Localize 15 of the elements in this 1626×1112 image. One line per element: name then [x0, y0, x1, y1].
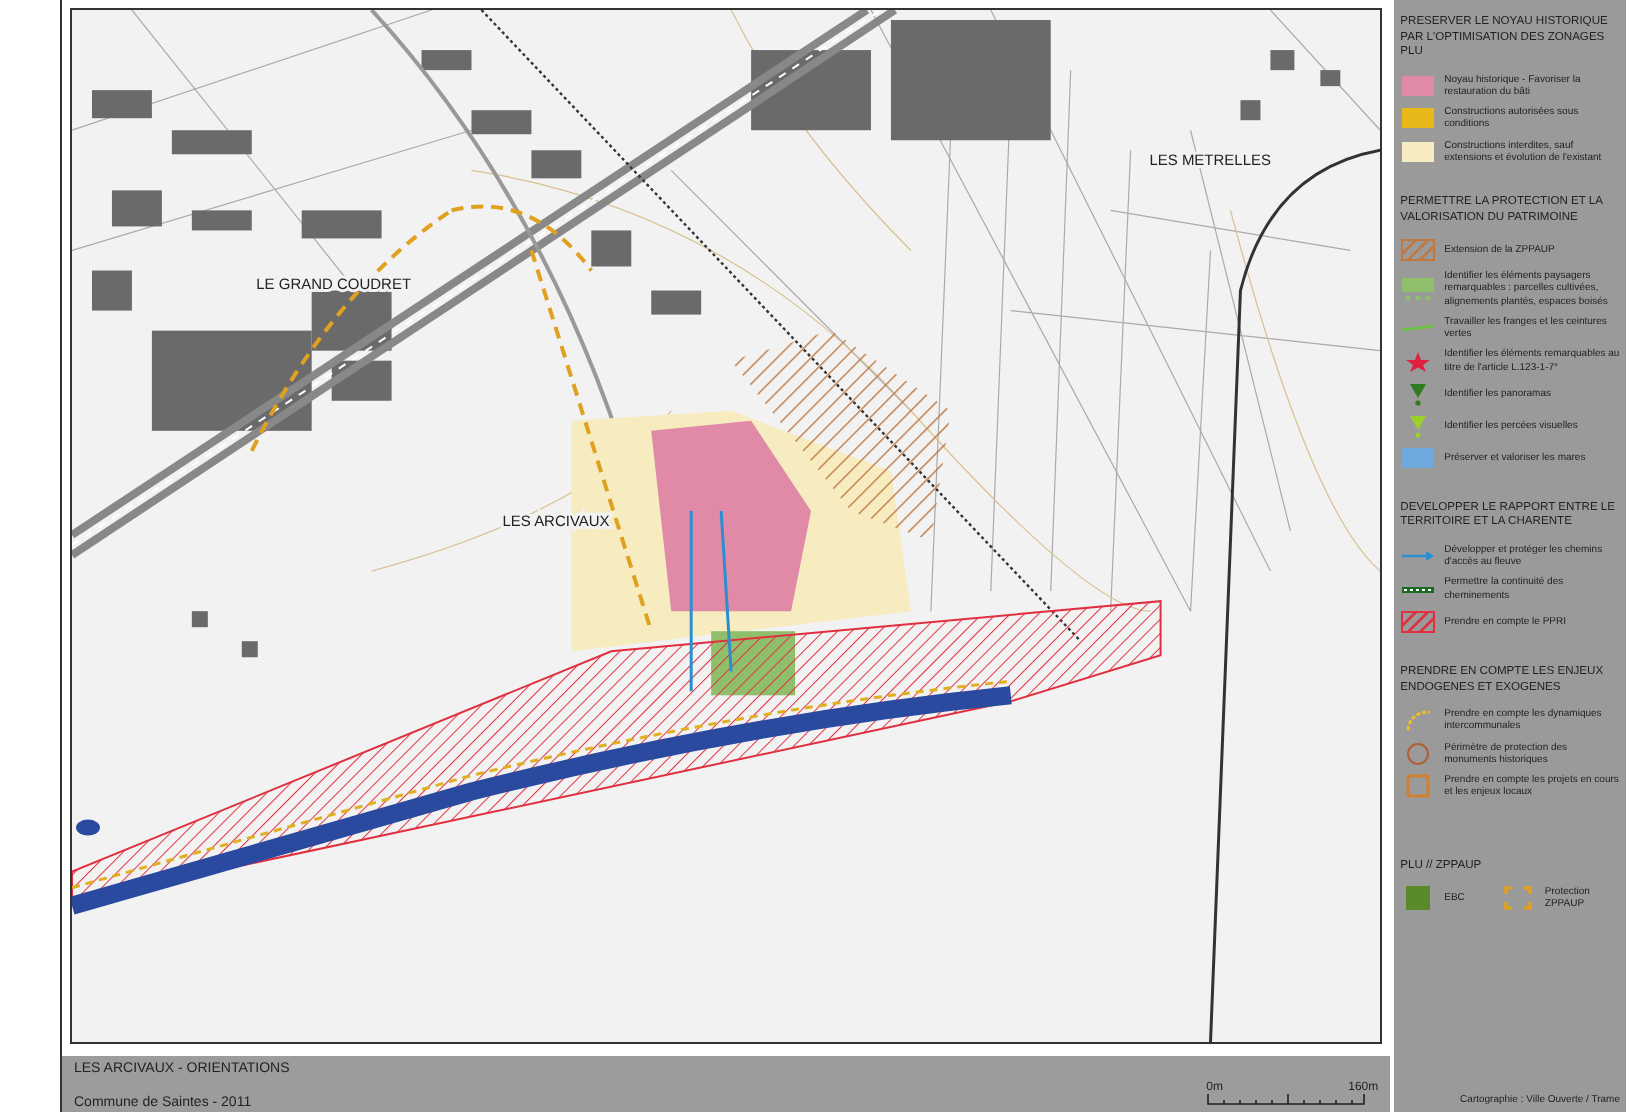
- building: [191, 210, 252, 231]
- building: [531, 150, 582, 179]
- building: [91, 270, 132, 311]
- building: [301, 210, 382, 239]
- building: [1240, 100, 1261, 121]
- pond: [76, 819, 100, 836]
- building: [171, 130, 252, 155]
- building: [1270, 50, 1295, 71]
- building: [591, 230, 632, 267]
- building: [421, 50, 472, 71]
- building: [651, 290, 702, 315]
- building: [91, 90, 152, 119]
- building: [1320, 70, 1341, 87]
- building: [471, 110, 532, 135]
- building: [111, 190, 162, 227]
